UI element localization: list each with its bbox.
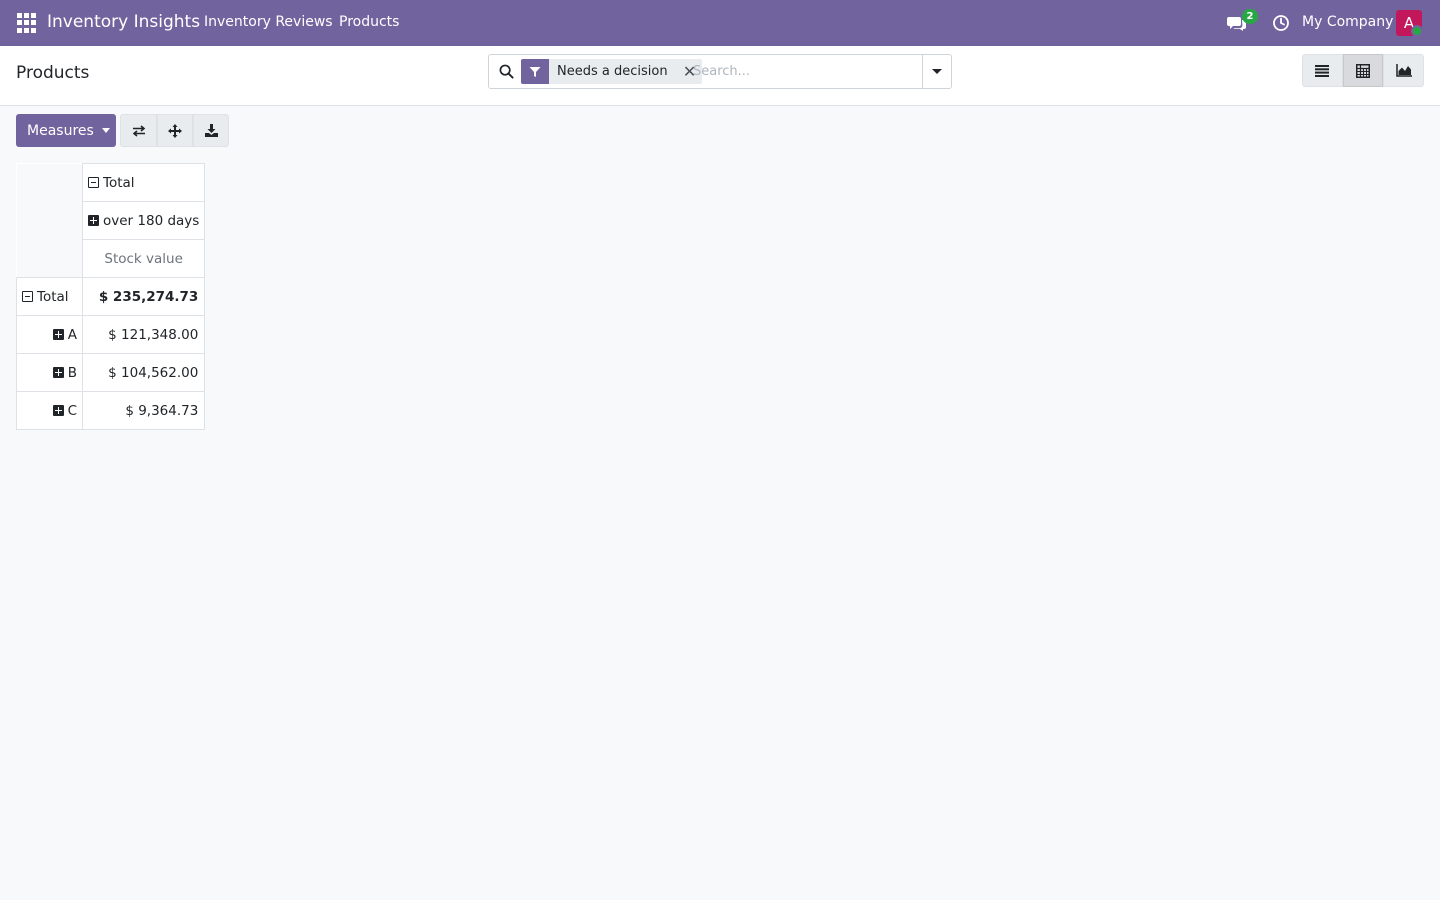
- measure-header[interactable]: Stock value: [81, 239, 206, 278]
- menu-products[interactable]: Products: [339, 14, 399, 30]
- row-header-b[interactable]: B: [16, 353, 83, 392]
- expand-plus-icon: [52, 328, 64, 340]
- view-switcher: [1302, 54, 1425, 87]
- col-header-group-label: over 180 days: [103, 212, 200, 229]
- col-header-group[interactable]: over 180 days: [81, 201, 206, 240]
- expand-all-button[interactable]: [157, 114, 193, 147]
- table-row: C $ 9,364.73: [16, 391, 206, 430]
- caret-down-icon: [101, 128, 110, 133]
- app-brand[interactable]: Inventory Insights: [47, 12, 200, 32]
- pivot-cell[interactable]: $ 121,348.00: [81, 315, 206, 354]
- row-header-label: C: [67, 402, 77, 419]
- pivot-corner: [16, 163, 83, 278]
- list-view-button[interactable]: [1302, 54, 1343, 87]
- flip-axis-button[interactable]: [120, 114, 157, 147]
- page-title: Products: [16, 63, 90, 83]
- row-header-c[interactable]: C: [16, 391, 83, 430]
- expand-icon: [168, 123, 182, 138]
- download-icon: [204, 124, 218, 137]
- col-header-total-label: Total: [103, 174, 135, 191]
- pivot-view-button[interactable]: [1342, 54, 1384, 87]
- search-input[interactable]: [693, 59, 919, 84]
- pivot-cell-total[interactable]: $ 235,274.73: [81, 277, 206, 316]
- table-row: Total $ 235,274.73: [16, 277, 206, 316]
- control-panel: Products Needs a decision ✕: [0, 46, 1440, 106]
- online-status-dot: [1411, 25, 1423, 37]
- row-header-total[interactable]: Total: [16, 277, 83, 316]
- pivot-cell[interactable]: $ 104,562.00: [81, 353, 206, 392]
- top-navbar: Inventory Insights Inventory Reviews Pro…: [0, 0, 1440, 46]
- activity-clock-icon[interactable]: [1272, 14, 1290, 32]
- search-options-toggle[interactable]: [922, 55, 951, 88]
- flip-axis-icon: [132, 124, 145, 137]
- col-header-total[interactable]: Total: [81, 163, 206, 202]
- table-row: B $ 104,562.00: [16, 353, 206, 392]
- graph-view-button[interactable]: [1383, 54, 1425, 87]
- chat-count-badge: 2: [1242, 9, 1258, 24]
- row-header-label: A: [67, 326, 77, 343]
- search-bar[interactable]: Needs a decision ✕: [488, 54, 952, 89]
- expand-plus-icon: [88, 214, 99, 226]
- pivot-cell[interactable]: $ 9,364.73: [81, 391, 206, 430]
- row-header-label: Total: [37, 288, 69, 305]
- search-icon[interactable]: [499, 64, 514, 79]
- expand-plus-icon: [52, 366, 64, 378]
- search-facet[interactable]: Needs a decision ✕: [521, 59, 702, 84]
- facet-label: Needs a decision: [557, 64, 668, 79]
- row-header-a[interactable]: A: [16, 315, 83, 354]
- chevron-down-icon: [932, 69, 942, 74]
- graph-icon: [1395, 64, 1412, 77]
- table-row: A $ 121,348.00: [16, 315, 206, 354]
- menu-inventory-reviews[interactable]: Inventory Reviews: [204, 14, 333, 30]
- list-icon: [1315, 64, 1330, 77]
- pivot-icon: [1356, 63, 1370, 78]
- measures-dropdown-button[interactable]: Measures: [16, 114, 116, 147]
- row-header-label: B: [67, 364, 77, 381]
- download-button[interactable]: [193, 114, 229, 147]
- collapse-icon: [22, 290, 33, 302]
- collapse-icon: [88, 176, 99, 188]
- company-switcher[interactable]: My Company: [1302, 14, 1393, 30]
- expand-plus-icon: [52, 404, 64, 416]
- measures-label: Measures: [27, 122, 94, 139]
- filter-icon: [521, 59, 549, 84]
- pivot-table: Total over 180 days Stock value Total $ …: [16, 163, 206, 430]
- apps-menu-icon[interactable]: [17, 13, 37, 33]
